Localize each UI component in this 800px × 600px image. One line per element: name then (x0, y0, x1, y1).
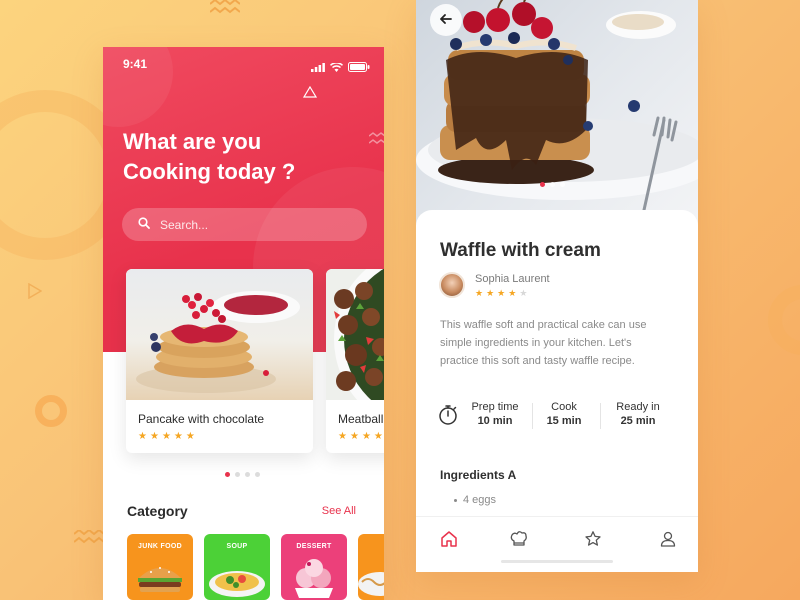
prep-time-label: Prep time (471, 401, 519, 413)
carousel-dot[interactable] (540, 182, 545, 187)
background-ring (768, 285, 800, 355)
avatar[interactable] (439, 272, 465, 298)
meatball-photo (326, 269, 384, 400)
carousel-dot[interactable] (225, 472, 230, 477)
star-icon: ★ (173, 431, 183, 442)
cook-time-value: 15 min (546, 415, 582, 427)
cook-time-label: Cook (551, 401, 577, 413)
carousel-dot[interactable] (550, 182, 555, 187)
recipe-description: This waffle soft and practical cake can … (440, 319, 647, 367)
background-zigzag (73, 528, 105, 544)
category-dessert[interactable]: DESSERT (281, 534, 347, 600)
battery-icon (348, 59, 370, 77)
burger-icon (138, 567, 182, 592)
category-heading: Category (127, 503, 188, 519)
carousel-indicator (225, 472, 260, 477)
ingredient-item: 4 eggs (454, 494, 496, 506)
back-arrow-icon (440, 11, 452, 29)
bottom-tab-bar (416, 516, 698, 572)
ready-time-value: 25 min (620, 415, 656, 427)
carousel-dot[interactable] (235, 472, 240, 477)
rating-stars: ★ ★ ★ ★ ★ (138, 432, 195, 442)
ingredients-heading: Ingredients A (440, 468, 517, 482)
back-button[interactable] (430, 4, 462, 36)
star-icon: ★ (373, 431, 383, 442)
signal-icon (311, 59, 325, 77)
chef-hat-icon[interactable] (510, 530, 528, 548)
ready-time-label: Ready in (616, 401, 660, 413)
star-icon: ★ (519, 288, 528, 298)
stat-divider (600, 403, 601, 429)
home-indicator (501, 560, 613, 563)
meatball-illustration (334, 269, 384, 400)
timer-icon (438, 404, 458, 431)
star-icon[interactable] (584, 530, 602, 548)
background-triangle (28, 282, 43, 300)
wifi-icon (329, 59, 344, 77)
rating-stars: ★ ★ ★ ★ ★ (338, 432, 384, 442)
page-title: What are you Cooking today ? (123, 129, 296, 184)
carousel-dot[interactable] (245, 472, 250, 477)
category-item[interactable] (358, 534, 384, 600)
hero-triangle-icon (302, 85, 318, 98)
star-icon: ★ (149, 431, 159, 442)
search-input[interactable]: Search... (122, 208, 367, 241)
hero-zigzag (368, 132, 384, 146)
star-icon: ★ (338, 431, 347, 442)
star-icon: ★ (161, 431, 171, 442)
see-all-link[interactable]: See All (322, 505, 356, 517)
waffle-photo (416, 0, 698, 225)
prep-time-value: 10 min (477, 415, 513, 427)
search-icon (138, 216, 150, 234)
stat-divider (532, 403, 533, 429)
status-time: 9:41 (123, 57, 148, 71)
star-icon: ★ (508, 288, 517, 298)
soup-icon (209, 571, 265, 597)
star-icon: ★ (185, 431, 195, 442)
ice-cream-icon (295, 559, 333, 598)
waffle-illustration (416, 0, 698, 212)
bullet (454, 498, 457, 502)
search-placeholder: Search... (160, 217, 209, 232)
star-icon: ★ (349, 431, 359, 442)
star-icon: ★ (361, 431, 371, 442)
background-ring (35, 395, 67, 427)
carousel-dot[interactable] (255, 472, 260, 477)
background-zigzag (209, 0, 241, 14)
cook-time-stat: Cook 15 min (540, 401, 588, 427)
recipe-detail-screen: Waffle with cream Sophia Laurent ★ ★ ★ ★… (416, 0, 698, 572)
star-icon: ★ (138, 431, 147, 442)
recipe-stats: Prep time 10 min Cook 15 min Ready in 25… (438, 401, 678, 431)
home-screen: 9:41 What are you Cooking today ? Search… (103, 47, 384, 600)
ready-time-stat: Ready in 25 min (610, 401, 666, 427)
pancake-photo (126, 269, 313, 400)
carousel-dot[interactable] (560, 182, 565, 187)
home-icon[interactable] (440, 530, 458, 548)
recipe-title: Waffle with cream (440, 240, 601, 261)
star-icon: ★ (497, 288, 506, 298)
user-icon[interactable] (659, 530, 677, 548)
status-icons (311, 59, 370, 77)
category-soup[interactable]: SOUP (204, 534, 270, 600)
prep-time-stat: Prep time 10 min (468, 401, 522, 427)
star-icon: ★ (475, 288, 484, 298)
author-rating: ★ ★ ★ ★ ★ (475, 289, 527, 298)
noodles-icon (358, 572, 384, 596)
recipe-card[interactable]: Meatball ★ ★ ★ ★ ★ (326, 269, 384, 453)
author-name[interactable]: Sophia Laurent (475, 273, 550, 285)
recipe-card-title: Meatball (338, 412, 384, 426)
pancake-illustration (136, 291, 300, 393)
star-icon: ★ (486, 288, 495, 298)
recipe-card-title: Pancake with chocolate (138, 412, 265, 426)
ingredient-text: 4 eggs (463, 494, 497, 506)
recipe-card[interactable]: Pancake with chocolate ★ ★ ★ ★ ★ (126, 269, 313, 453)
photo-carousel-indicator (540, 182, 565, 187)
category-junk-food[interactable]: JUNK FOOD (127, 534, 193, 600)
